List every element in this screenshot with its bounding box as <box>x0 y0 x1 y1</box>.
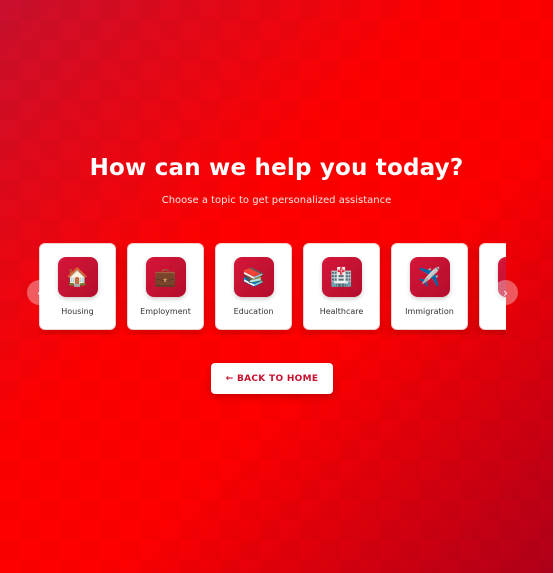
carousel-prev-button[interactable]: ‹ <box>27 280 52 305</box>
house-icon: 🏠 <box>57 257 98 297</box>
topic-card-employment[interactable]: 💼 Employment <box>127 243 204 330</box>
topic-card-label: Housing <box>61 307 94 316</box>
chevron-left-icon: ‹ <box>37 285 42 300</box>
hospital-icon: 🏥 <box>321 257 362 297</box>
briefcase-icon: 💼 <box>145 257 186 297</box>
page-subtitle: Choose a topic to get personalized assis… <box>161 195 392 206</box>
carousel-next-button[interactable]: › <box>493 280 518 305</box>
books-icon: 📚 <box>233 257 274 297</box>
topic-card-label: Immigration <box>405 307 454 316</box>
topic-card-label: Healthcare <box>319 307 364 316</box>
topic-card-label: Education <box>233 307 274 316</box>
airplane-icon: ✈️ <box>409 257 450 297</box>
carousel-track: 🏠 Housing 💼 Employment 📚 Education 🏥 Hea… <box>39 243 506 330</box>
back-to-home-button[interactable]: ← BACK TO HOME <box>211 363 333 394</box>
topic-card-education[interactable]: 📚 Education <box>215 243 292 330</box>
chevron-right-icon: › <box>503 285 508 300</box>
topic-card-immigration[interactable]: ✈️ Immigration <box>391 243 468 330</box>
topic-card-healthcare[interactable]: 🏥 Healthcare <box>303 243 380 330</box>
topic-card-label: Employment <box>140 307 191 316</box>
topic-carousel: 🏠 Housing 💼 Employment 📚 Education 🏥 Hea… <box>39 243 506 335</box>
page-title: How can we help you today? <box>89 155 464 181</box>
